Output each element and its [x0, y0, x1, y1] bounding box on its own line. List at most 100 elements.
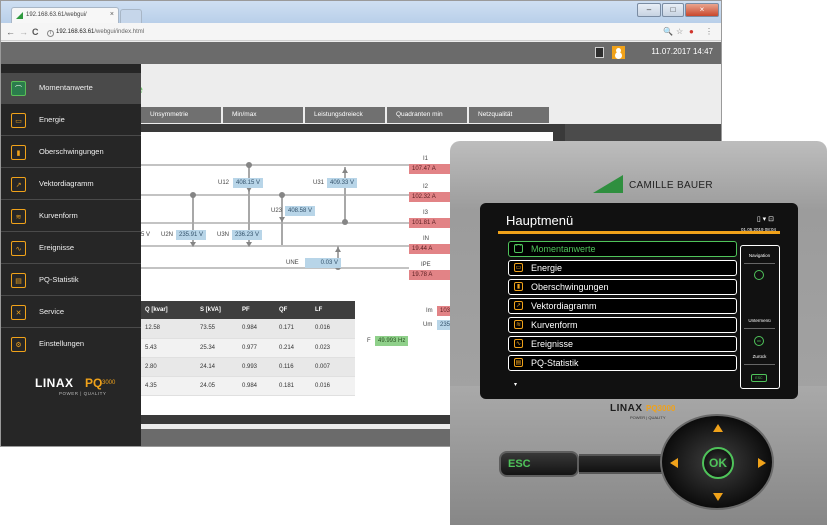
bus-line [141, 267, 409, 269]
tab-min-max[interactable]: Min/max [223, 107, 303, 123]
user-icon[interactable] [612, 46, 625, 59]
um-label: Um [423, 322, 433, 328]
sidebar-item-energie[interactable]: ▭ Energie [1, 105, 141, 136]
forward-arrow-icon[interactable]: → [19, 26, 28, 38]
device-menu-energie[interactable]: ▭ Energie [508, 260, 737, 276]
sidebar-item-momentanwerte[interactable]: ⌒ Momentanwerte [1, 73, 141, 104]
sidebar-item-label: Ereignisse [39, 243, 75, 252]
sidebar-item-label: Einstellungen [39, 339, 85, 348]
table-row: 12.58 73.55 0.984 0.171 0.016 [141, 319, 355, 339]
device-menu-pq-statistik[interactable]: ▤ PQ-Statistik [508, 355, 737, 371]
camille-bauer-logo: CAMILLE BAUER [593, 175, 733, 195]
sidebar-item-label: Energie [39, 115, 65, 124]
sidebar-item-ereignisse[interactable]: ∿ Ereignisse [1, 233, 141, 264]
extension-icon[interactable]: ● [689, 27, 694, 37]
table-cell: 0.181 [275, 376, 311, 396]
new-tab-button[interactable] [120, 9, 142, 23]
back-arrow-icon[interactable]: ← [6, 26, 15, 38]
pq-statistics-icon: ▤ [514, 358, 523, 367]
ok-softkey-icon[interactable]: OK [754, 336, 764, 346]
arrow-down-button[interactable] [713, 493, 723, 501]
browser-menu-icon[interactable]: ⋮ [705, 27, 713, 37]
minimize-button[interactable]: – [637, 3, 661, 17]
sidebar-item-einstellungen[interactable]: ⚙ Einstellungen [1, 329, 141, 360]
une-label: UNE [286, 260, 299, 266]
brand-triangle-icon [593, 175, 623, 193]
esc-softkey-icon[interactable]: ESC [751, 374, 767, 382]
events-icon: ∿ [514, 339, 523, 348]
device-menu-vektordiagramm[interactable]: ↗ Vektordiagramm [508, 298, 737, 314]
col-q: Q [kvar] [141, 301, 196, 319]
site-info-icon[interactable]: i [47, 30, 54, 37]
calendar-icon[interactable] [595, 47, 604, 58]
device-menu-kurvenform[interactable]: ≋ Kurvenform [508, 317, 737, 333]
power-table: Q [kvar] S [kVA] PF QF LF 12.58 73.55 0.… [141, 301, 355, 396]
linax-front-logo: LINAX PQ3000 POWER | QUALITY [610, 403, 676, 420]
bookmark-star-icon[interactable]: ☆ [676, 27, 683, 37]
left-voltage-partial: 5 V [141, 232, 151, 238]
device-menu-ereignisse[interactable]: ∿ Ereignisse [508, 336, 737, 352]
u3n-value: 236.23 V [232, 230, 263, 240]
table-cell: 5.43 [141, 338, 196, 358]
settings-gear-icon: ⚙ [11, 337, 26, 352]
table-row: 2.80 24.14 0.993 0.116 0.007 [141, 357, 355, 377]
u2n-value: 235.91 V [176, 230, 207, 240]
sidebar-item-service[interactable]: ✕ Service [1, 297, 141, 328]
title-underline [498, 231, 780, 234]
table-header-row: Q [kvar] S [kVA] PF QF LF [141, 301, 355, 319]
tab-unsymmetrie[interactable]: Unsymmetrie [141, 107, 221, 123]
table-cell: 4.35 [141, 376, 196, 396]
harmonics-bars-icon: ▮ [11, 145, 26, 160]
waveform-icon: ≋ [11, 209, 26, 224]
connector-line [344, 167, 346, 222]
device-menu-momentanwerte[interactable]: ⌒ Momentanwerte [508, 241, 737, 257]
device-screen: Hauptmenü ▯ ▾ ⊡ 01.05.2019 08:04 ⌒ Momen… [494, 209, 784, 393]
esc-button[interactable]: ESC [499, 451, 579, 477]
maximize-button[interactable]: □ [662, 3, 684, 17]
u23-label: U23 [271, 208, 283, 214]
address-bar: ← → C i 192.168.63.61/webgui/index.html 🔍… [1, 23, 721, 41]
harmonics-bars-icon: ▮ [514, 282, 523, 291]
i2-value: 102.32 A [409, 192, 453, 202]
pq-statistics-icon: ▤ [11, 273, 26, 288]
url-host: 192.168.63.61 [56, 29, 95, 35]
navigation-icon [754, 270, 764, 280]
u31-label: U31 [313, 180, 325, 186]
connector-node [246, 162, 252, 168]
device-menu-oberschwingungen[interactable]: ▮ Oberschwingungen [508, 279, 737, 295]
connector-arrow [190, 242, 196, 247]
close-window-button[interactable]: × [685, 3, 719, 17]
sidebar-item-pq-statistik[interactable]: ▤ PQ-Statistik [1, 265, 141, 296]
sidebar-item-oberschwingungen[interactable]: ▮ Oberschwingungen [1, 137, 141, 168]
ok-button[interactable]: OK [702, 447, 734, 479]
tab-leistungsdreieck[interactable]: Leistungsdreieck [305, 107, 385, 123]
tab-close-icon[interactable]: × [110, 11, 114, 18]
tab-quadranten-min[interactable]: Quadranten min [387, 107, 467, 123]
connector-arrow [279, 217, 285, 222]
browser-tab[interactable]: 192.168.63.61/webgui/ × [11, 7, 119, 23]
arrow-left-button[interactable] [670, 458, 678, 468]
col-s: S [kVA] [196, 301, 238, 319]
arrow-right-button[interactable] [758, 458, 766, 468]
url-path: /webgui/index.html [94, 29, 145, 35]
i1-value: 107.47 A [409, 164, 453, 174]
table-cell: 0.016 [311, 376, 355, 396]
favicon-icon [16, 12, 23, 19]
gauge-icon: ⌒ [514, 244, 523, 253]
url-input[interactable]: i 192.168.63.61/webgui/index.html [47, 25, 647, 39]
zoom-icon[interactable]: 🔍 [663, 27, 673, 37]
reload-icon[interactable]: C [32, 26, 39, 38]
energy-meter-icon: ▭ [11, 113, 26, 128]
table-cell: 24.05 [196, 376, 238, 396]
sidebar-item-kurvenform[interactable]: ≋ Kurvenform [1, 201, 141, 232]
connector-node [342, 219, 348, 225]
i2-label: I2 [423, 184, 429, 190]
arrow-up-button[interactable] [713, 424, 723, 432]
ok-label: OK [709, 456, 727, 470]
submenu-label: Untermenü [748, 318, 771, 323]
sidebar-item-vektordiagramm[interactable]: ↗ Vektordiagramm [1, 169, 141, 200]
ipe-label: IPE [421, 262, 431, 268]
i3-value: 101.81 A [409, 218, 453, 228]
tab-netzqualitaet[interactable]: Netzqualität [469, 107, 549, 123]
im-label: Im [426, 308, 433, 314]
